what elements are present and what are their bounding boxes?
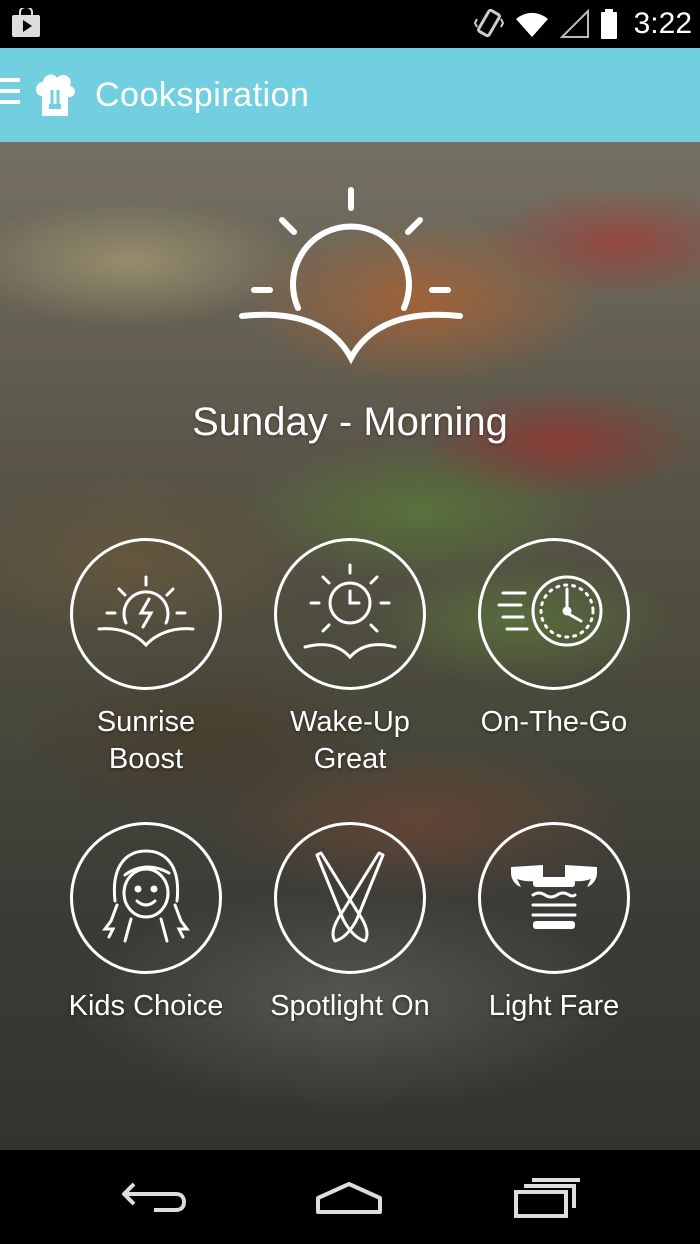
wifi-icon xyxy=(515,12,548,37)
app-title: Cookspiration xyxy=(95,76,310,114)
home-icon[interactable] xyxy=(314,1176,384,1220)
fast-clock-icon xyxy=(497,575,603,647)
status-bar: 3:22 xyxy=(0,0,700,48)
tile-label: Light Fare xyxy=(488,990,620,1022)
tile-label: Spotlight On xyxy=(270,990,430,1022)
day-title: Sunday - Morning xyxy=(192,400,508,444)
back-icon[interactable] xyxy=(118,1176,188,1220)
tile-label: On-The-Go xyxy=(480,706,628,738)
battery-icon xyxy=(600,9,617,39)
tile-circle xyxy=(274,822,426,974)
app-bar: Cookspiration xyxy=(0,48,700,142)
tile-on-the-go[interactable]: On-The-Go xyxy=(454,538,654,741)
sunrise-boost-icon xyxy=(97,575,195,648)
tile-circle xyxy=(274,538,426,690)
sunrise-icon xyxy=(239,187,463,365)
vibrate-icon xyxy=(473,8,504,38)
tile-label: Wake-Up Great xyxy=(290,706,410,775)
tile-circle xyxy=(478,822,630,974)
crossed-spoons-icon xyxy=(315,851,385,943)
status-icons: 3:22 xyxy=(473,0,692,48)
tile-light-fare[interactable]: Light Fare xyxy=(454,822,654,1025)
tile-label: Sunrise Boost xyxy=(96,706,196,775)
tile-label: Kids Choice xyxy=(68,990,224,1022)
tile-kids-choice[interactable]: Kids Choice xyxy=(46,822,246,1025)
wake-up-clock-icon xyxy=(303,563,397,660)
menu-icon[interactable] xyxy=(0,78,20,108)
tile-sunrise-boost[interactable]: Sunrise Boost xyxy=(46,538,246,778)
tile-spotlight-on[interactable]: Spotlight On xyxy=(250,822,450,1025)
chef-hat-icon[interactable] xyxy=(32,70,78,120)
system-nav-bar xyxy=(0,1150,700,1244)
tile-wake-up-great[interactable]: Wake-Up Great xyxy=(250,538,450,778)
tile-circle xyxy=(478,538,630,690)
tile-circle xyxy=(70,538,222,690)
tile-circle xyxy=(70,822,222,974)
main-content: Sunday - Morning Sunrise Boost Wake-Up G… xyxy=(0,142,700,1150)
status-time: 3:22 xyxy=(633,7,692,40)
signal-icon xyxy=(559,9,589,38)
recents-icon[interactable] xyxy=(512,1176,582,1220)
winged-burger-icon xyxy=(511,865,597,929)
play-store-icon xyxy=(12,8,40,37)
girl-face-icon xyxy=(102,849,190,943)
